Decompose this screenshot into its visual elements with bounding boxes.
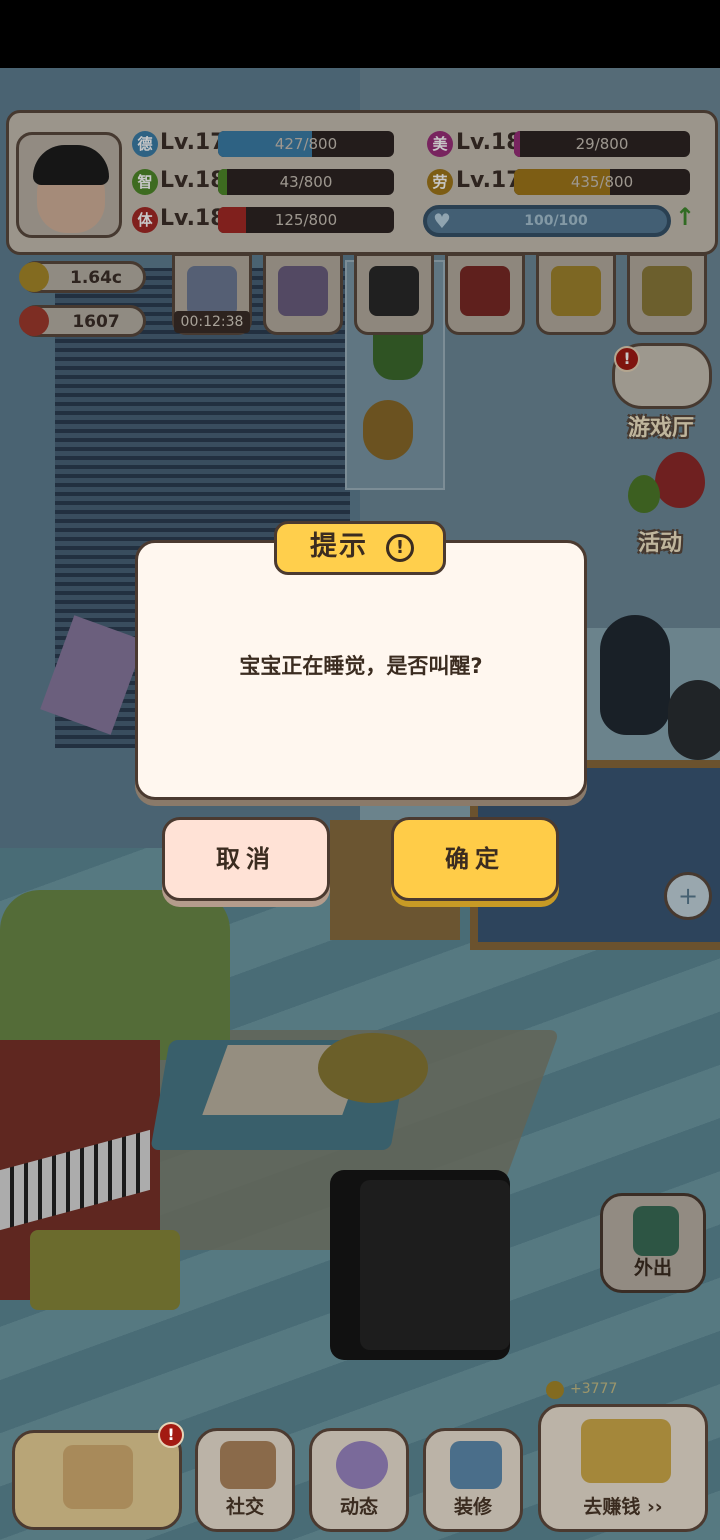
moments-label: 动态: [339, 1496, 378, 1518]
earn-money-label: 去赚钱 ››: [583, 1496, 663, 1518]
decorate-button[interactable]: 装修: [423, 1428, 523, 1532]
cancel-label: 取消: [216, 845, 276, 873]
paint-roller-icon: [450, 1441, 502, 1489]
confirm-button[interactable]: 确定: [391, 817, 559, 901]
gold-coins-pickaxe-icon: [581, 1419, 671, 1483]
confirm-label: 确定: [445, 845, 505, 873]
cake-button[interactable]: [12, 1430, 182, 1530]
earn-money-button[interactable]: 去赚钱 ››: [538, 1404, 708, 1532]
info-icon: !: [386, 534, 414, 562]
handshake-icon: [220, 1441, 276, 1489]
dialog-title: 提示: [310, 531, 368, 562]
cake-alert-icon: !: [158, 1422, 184, 1448]
dialog-message: 宝宝正在睡觉，是否叫醒?: [239, 654, 483, 678]
cancel-button[interactable]: 取消: [162, 817, 330, 901]
pinwheel-icon: [336, 1441, 388, 1489]
decorate-label: 装修: [453, 1496, 492, 1518]
birthday-cake-icon: [63, 1445, 133, 1509]
social-label: 社交: [225, 1496, 264, 1518]
moments-button[interactable]: 动态: [309, 1428, 409, 1532]
social-button[interactable]: 社交: [195, 1428, 295, 1532]
status-bar: [0, 0, 720, 68]
